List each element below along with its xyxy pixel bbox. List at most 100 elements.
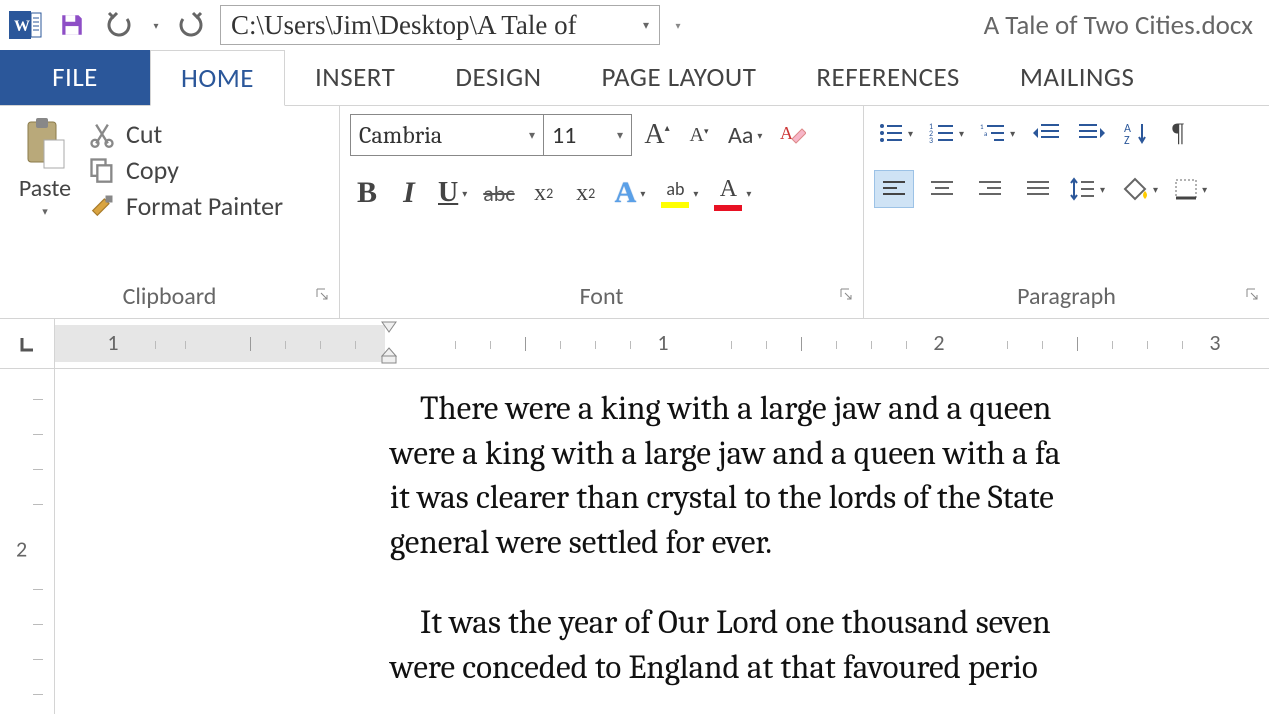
text-line: general were settled for ever. [390, 521, 1269, 566]
bullets-icon [878, 122, 904, 144]
redo-button[interactable] [172, 5, 212, 45]
text-effects-button[interactable]: A [611, 174, 650, 212]
sort-button[interactable]: AZ [1119, 114, 1153, 152]
group-font: Cambria ▾ 11 ▾ A▴ A▾ Aa A B I U [340, 106, 864, 318]
line-spacing-icon [1070, 177, 1096, 201]
svg-text:Z: Z [1124, 134, 1130, 146]
tab-references[interactable]: REFERENCES [786, 50, 989, 105]
hanging-indent-marker[interactable] [381, 347, 397, 370]
group-label-font: Font [580, 282, 624, 311]
font-size-combo[interactable]: 11 ▾ [544, 114, 632, 156]
tab-selector[interactable] [0, 319, 55, 368]
align-center-button[interactable] [922, 170, 962, 208]
text-line: were conceded to England at that favoure… [390, 646, 1269, 691]
text-line: There were a king with a large jaw and a… [390, 387, 1269, 432]
svg-text:W: W [14, 18, 30, 35]
paragraph-launcher-icon[interactable] [1245, 279, 1259, 308]
title-bar: W ▾ C:\Users\Jim\Desktop\A Tale of ▾ ▾ A… [0, 0, 1269, 50]
align-right-button[interactable] [970, 170, 1010, 208]
show-marks-button[interactable]: ¶ [1161, 114, 1195, 152]
undo-button[interactable] [100, 5, 140, 45]
format-painter-label: Format Painter [126, 190, 283, 222]
tab-page-layout[interactable]: PAGE LAYOUT [572, 50, 787, 105]
increase-indent-button[interactable] [1073, 114, 1111, 152]
tab-mailings[interactable]: MAILINGS [990, 50, 1165, 105]
align-right-icon [977, 179, 1003, 199]
first-line-indent-marker[interactable] [381, 319, 397, 338]
shading-button[interactable] [1117, 170, 1162, 208]
chevron-down-icon: ▾ [529, 128, 535, 142]
paintbrush-icon [88, 192, 116, 220]
borders-icon [1174, 178, 1198, 200]
path-dropdown-button[interactable]: ▾ [666, 5, 690, 45]
decrease-indent-button[interactable] [1027, 114, 1065, 152]
underline-button[interactable]: U [434, 174, 471, 212]
group-clipboard: Paste ▾ Cut Copy Format Painter [0, 106, 340, 318]
sort-icon: AZ [1124, 120, 1148, 146]
align-left-icon [881, 179, 907, 199]
format-painter-button[interactable]: Format Painter [88, 190, 283, 222]
paragraph-2: It was the year of Our Lord one thousand… [55, 601, 1269, 690]
borders-button[interactable] [1170, 170, 1211, 208]
font-launcher-icon[interactable] [839, 279, 853, 308]
group-paragraph: 123 1a AZ ¶ [864, 106, 1269, 318]
bold-button[interactable]: B [350, 174, 384, 212]
document-title: A Tale of Two Cities.docx [984, 9, 1261, 42]
scissors-icon [88, 120, 116, 148]
tab-home[interactable]: HOME [150, 50, 285, 106]
tab-file[interactable]: FILE [0, 50, 150, 105]
text-line: It was the year of Our Lord one thousand… [390, 601, 1269, 646]
group-label-paragraph: Paragraph [1017, 282, 1116, 311]
vertical-ruler[interactable]: 2 [0, 369, 55, 714]
paste-button[interactable]: Paste ▾ [19, 114, 71, 218]
ribbon-tabs: FILE HOME INSERT DESIGN PAGE LAYOUT REFE… [0, 50, 1269, 106]
line-spacing-button[interactable] [1066, 170, 1109, 208]
multilevel-icon: 1a [980, 122, 1006, 144]
clear-formatting-button[interactable]: A [774, 116, 810, 154]
text-line: it was clearer than crystal to the lords… [390, 476, 1269, 521]
align-left-button[interactable] [874, 170, 914, 208]
numbering-button[interactable]: 123 [925, 114, 968, 152]
horizontal-ruler-area: 1 1 2 3 [0, 319, 1269, 369]
paste-label: Paste [19, 174, 71, 203]
decrease-indent-icon [1031, 122, 1061, 144]
chevron-down-icon: ▾ [42, 205, 48, 218]
shrink-font-button[interactable]: A▾ [682, 116, 716, 154]
numbering-icon: 123 [929, 122, 955, 144]
change-case-button[interactable]: Aa [724, 116, 766, 154]
file-path-box[interactable]: C:\Users\Jim\Desktop\A Tale of ▾ [220, 5, 660, 45]
undo-dropdown[interactable]: ▾ [148, 5, 164, 45]
tab-design[interactable]: DESIGN [425, 50, 571, 105]
font-size-value: 11 [552, 121, 576, 150]
italic-button[interactable]: I [392, 174, 426, 212]
cut-button[interactable]: Cut [88, 118, 283, 150]
copy-icon [88, 156, 116, 184]
grow-font-button[interactable]: A▴ [640, 116, 674, 154]
justify-button[interactable] [1018, 170, 1058, 208]
align-center-icon [929, 179, 955, 199]
superscript-button[interactable]: x2 [569, 174, 603, 212]
bullets-button[interactable] [874, 114, 917, 152]
copy-button[interactable]: Copy [88, 154, 283, 186]
font-color-button[interactable]: A [710, 174, 755, 212]
horizontal-ruler[interactable]: 1 1 2 3 [55, 319, 1269, 368]
document-area[interactable]: There were a king with a large jaw and a… [55, 369, 1269, 714]
chevron-down-icon: ▾ [643, 18, 649, 33]
subscript-button[interactable]: x2 [527, 174, 561, 212]
tab-insert[interactable]: INSERT [285, 50, 425, 105]
cut-label: Cut [126, 118, 162, 150]
multilevel-list-button[interactable]: 1a [976, 114, 1019, 152]
svg-text:A: A [780, 123, 793, 143]
highlight-swatch [661, 202, 689, 208]
clipboard-launcher-icon[interactable] [315, 279, 329, 308]
font-name-combo[interactable]: Cambria ▾ [350, 114, 544, 156]
pilcrow-icon: ¶ [1172, 118, 1184, 148]
file-path-text: C:\Users\Jim\Desktop\A Tale of [231, 10, 577, 41]
svg-text:3: 3 [929, 136, 933, 144]
paint-bucket-icon [1121, 177, 1149, 201]
paragraph-1: There were a king with a large jaw and a… [55, 387, 1269, 565]
strikethrough-button[interactable]: abc [479, 174, 518, 212]
highlight-button[interactable]: ab [657, 174, 702, 212]
save-button[interactable] [52, 5, 92, 45]
word-app-icon: W [8, 7, 44, 43]
